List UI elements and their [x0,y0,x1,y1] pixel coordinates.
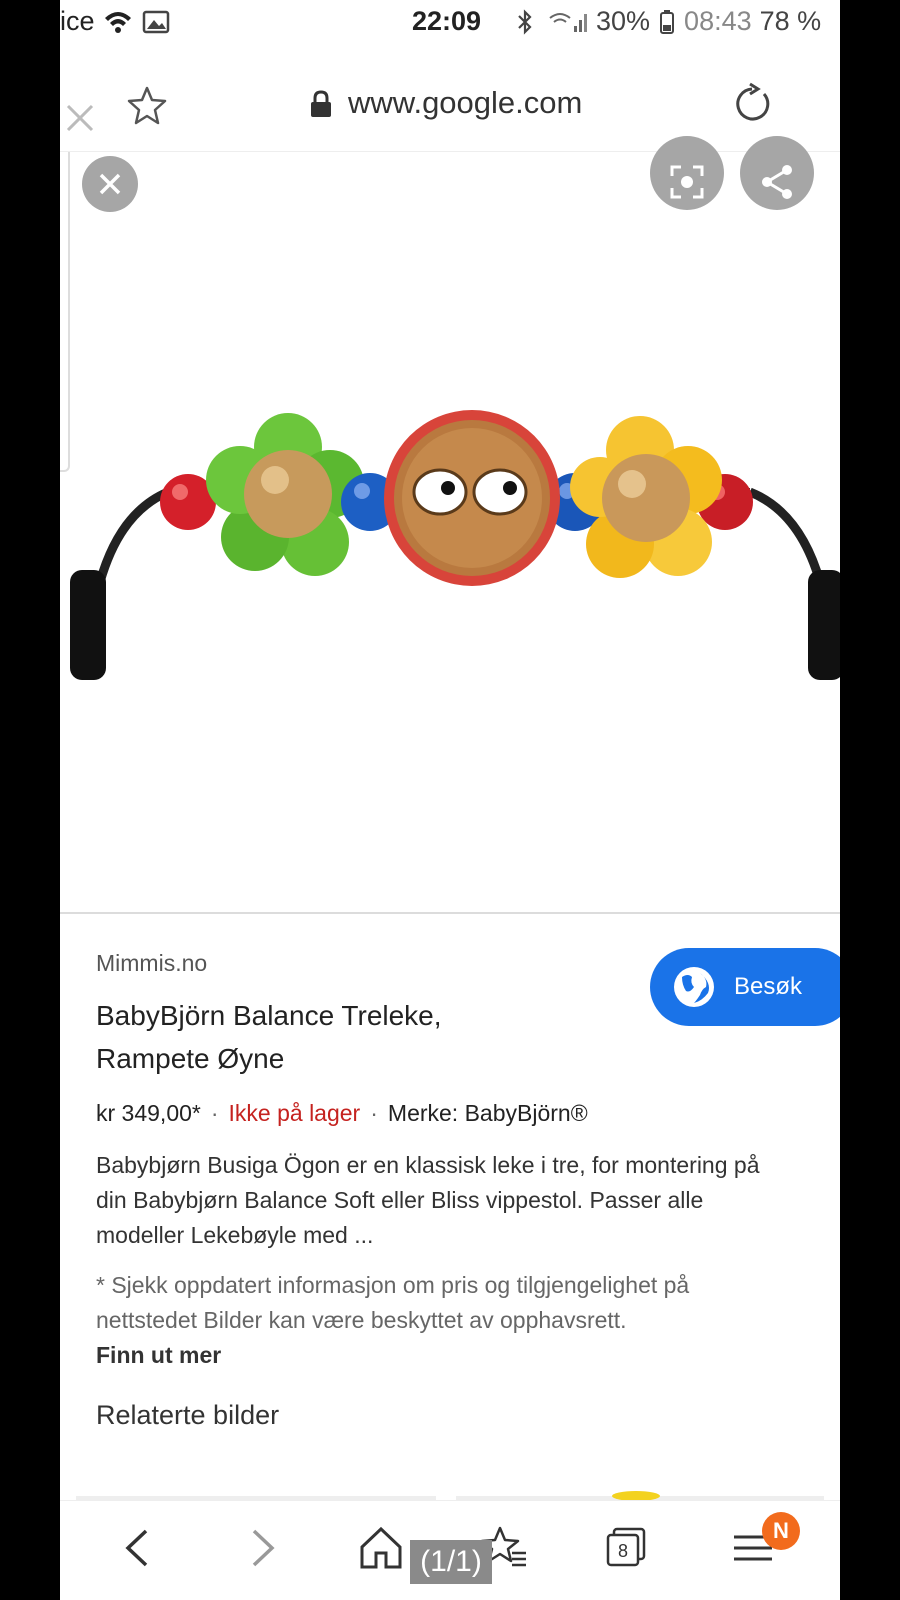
lock-icon [311,90,331,117]
url-text[interactable]: www.google.com [348,85,582,121]
product-meta: kr 349,00* · Ikke på lager · Merke: BabyBjör… [96,1100,588,1127]
overlay-battery: 78 % [759,6,822,36]
visit-label: Besøk [734,973,803,1000]
learn-more-link[interactable]: Finn ut mer [96,1338,796,1373]
price: kr 349,00* [96,1100,201,1126]
meta-separator: · [210,1100,219,1126]
address-bar: www.google.com [60,60,840,152]
share-button[interactable] [740,136,814,210]
back-icon[interactable] [114,1523,164,1573]
product-image[interactable] [60,402,840,722]
lens-button[interactable] [650,136,724,210]
bookmark-star-icon[interactable] [126,84,168,126]
disclaimer: * Sjekk oppdatert informasjon om pris og… [96,1268,796,1373]
signal-icon [549,12,587,32]
wooden-face [384,410,560,586]
battery-icon [660,9,675,34]
wifi-icon [104,11,131,33]
green-flower [206,413,364,576]
tabs-icon[interactable]: 8 [602,1523,652,1573]
page-indicator: (1/1) [410,1540,492,1584]
globe-icon [674,967,714,1007]
meta-separator: · [370,1100,378,1126]
status-time: 22:09 [412,6,482,36]
product-info: Mimmis.no BabyBjörn Balance Treleke, Ram… [96,948,840,1430]
product-title[interactable]: BabyBjörn Balance Treleke, Rampete Øyne [96,994,516,1080]
viewer-divider [60,912,840,914]
carrier-label: ice [60,6,95,36]
status-left: ice [60,6,171,37]
stock-status: Ikke på lager [228,1100,361,1126]
yellow-flower [570,416,722,578]
overlay-time: 08:43 [684,6,752,36]
share-icon [762,165,792,199]
image-viewer [60,136,840,912]
visit-button[interactable]: Besøk [650,948,840,1026]
forward-icon[interactable] [236,1523,286,1573]
status-right: 30% 08:43 78 % [510,6,821,37]
close-tab-icon[interactable] [62,100,98,136]
close-viewer-button[interactable] [82,156,138,212]
tabs-count: 8 [618,1541,628,1561]
menu-badge: N [762,1512,800,1550]
brand: Merke: BabyBjörn® [387,1100,588,1126]
related-images-heading: Relaterte bilder [96,1400,280,1430]
battery-percent: 30% [596,6,651,36]
disclaimer-text: * Sjekk oppdatert informasjon om pris og… [96,1272,690,1333]
browser-screen: ice 22:09 30% 08:43 78 % www.google.com … [60,0,840,1600]
close-icon [99,173,121,195]
lens-icon [670,165,704,199]
status-bar: ice 22:09 30% 08:43 78 % [60,0,840,50]
home-icon[interactable] [356,1523,406,1573]
product-description: Babybjørn Busiga Ögon er en klassisk lek… [96,1152,760,1248]
bluetooth-icon [518,8,532,35]
related-images-preview[interactable] [76,1490,824,1500]
reload-icon[interactable] [730,82,774,126]
image-notification-icon [142,10,169,33]
